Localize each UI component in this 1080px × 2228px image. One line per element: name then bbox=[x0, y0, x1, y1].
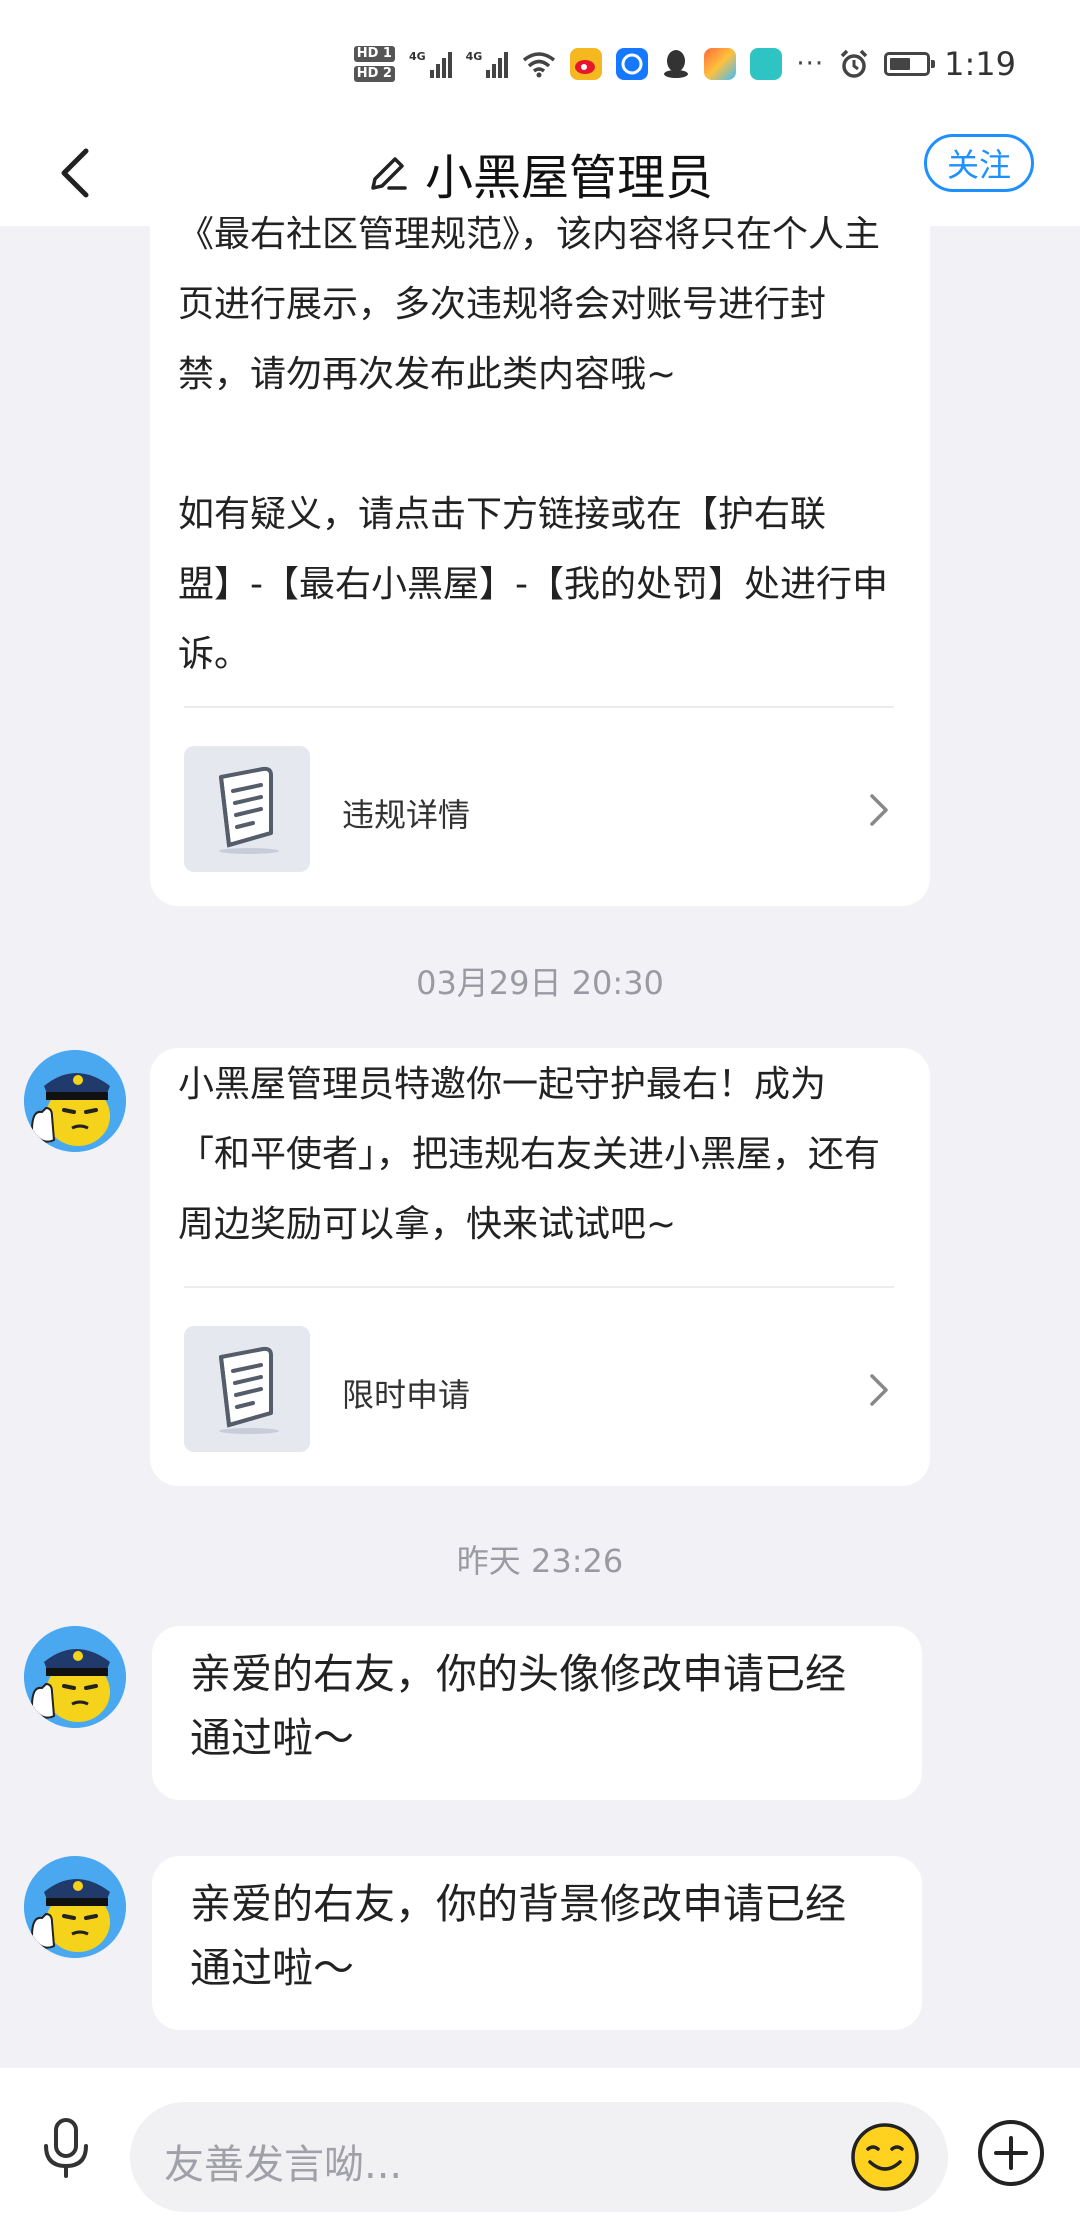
signal-icon-2: 4G bbox=[466, 50, 509, 78]
emoji-icon bbox=[851, 2123, 919, 2191]
police-mascot-icon bbox=[24, 1626, 126, 1728]
card-divider bbox=[184, 1286, 894, 1288]
avatar[interactable] bbox=[24, 1050, 126, 1152]
limited-application-link[interactable]: 限时申请 bbox=[184, 1326, 900, 1452]
clock: 1:19 bbox=[944, 45, 1016, 83]
battery-icon bbox=[884, 52, 936, 76]
qq-app-icon bbox=[664, 50, 689, 78]
avatar[interactable] bbox=[24, 1626, 126, 1728]
status-bar: HD 1 HD 2 4G 4G ··· 1:19 bbox=[0, 0, 1080, 120]
timestamp: 03月29日 20:30 bbox=[416, 964, 664, 1002]
emoji-button[interactable] bbox=[850, 2122, 920, 2192]
violation-details-label: 违规详情 bbox=[342, 796, 471, 834]
alarm-icon bbox=[840, 49, 868, 78]
timestamp: 昨天 23:26 bbox=[456, 1542, 624, 1580]
title-area: 小黑屋管理员 bbox=[0, 138, 1080, 208]
page-title: 小黑屋管理员 bbox=[424, 150, 713, 206]
invite-text: 小黑屋管理员特邀你一起守护最右！成为「和平使者」，把违规右友关进小黑屋，还有周边… bbox=[178, 1064, 881, 1245]
network-type-1: 4G bbox=[408, 50, 426, 63]
plus-icon bbox=[978, 2120, 1044, 2186]
system-card-violation: 《最右社区管理规范》，该内容将只在个人主页进行展示，多次违规将会对账号进行封禁，… bbox=[150, 214, 930, 906]
voice-button[interactable] bbox=[34, 2116, 98, 2180]
police-mascot-icon bbox=[24, 1050, 126, 1152]
card-divider bbox=[184, 706, 894, 708]
violation-notice-text: 《最右社区管理规范》，该内容将只在个人主页进行展示，多次违规将会对账号进行封禁，… bbox=[178, 214, 888, 675]
follow-button[interactable]: 关注 bbox=[924, 134, 1034, 192]
app-icon-teal bbox=[750, 48, 783, 80]
status-icons: HD 1 HD 2 4G 4G ··· 1:19 bbox=[353, 44, 1016, 84]
limited-application-label: 限时申请 bbox=[342, 1376, 471, 1414]
system-card-invite: 小黑屋管理员特邀你一起守护最右！成为「和平使者」，把违规右友关进小黑屋，还有周边… bbox=[150, 1048, 930, 1486]
chevron-right-icon bbox=[870, 794, 888, 826]
hd-indicator: HD 1 HD 2 bbox=[353, 46, 395, 82]
message-input[interactable]: 友善发言呦... bbox=[130, 2102, 948, 2212]
chevron-right-icon bbox=[870, 1374, 888, 1406]
more-notifications-icon: ··· bbox=[796, 49, 825, 79]
alipay-app-icon bbox=[616, 48, 649, 80]
message-text: 亲爱的右友，你的背景修改申请已经通过啦～ bbox=[190, 1880, 846, 1992]
avatar[interactable] bbox=[24, 1856, 126, 1958]
document-icon bbox=[184, 1326, 310, 1452]
network-type-2: 4G bbox=[465, 50, 483, 63]
document-icon bbox=[184, 746, 310, 872]
police-mascot-icon bbox=[24, 1856, 126, 1958]
signal-icon: 4G bbox=[409, 50, 452, 78]
message-bubble[interactable]: 亲爱的右友，你的背景修改申请已经通过啦～ bbox=[152, 1856, 922, 2030]
input-placeholder: 友善发言呦... bbox=[164, 2142, 403, 2188]
more-button[interactable] bbox=[976, 2118, 1046, 2188]
hd2-badge: HD 2 bbox=[353, 66, 395, 82]
message-bubble[interactable]: 亲爱的右友，你的头像修改申请已经通过啦～ bbox=[152, 1626, 922, 1800]
app-icon-colorful bbox=[704, 48, 737, 80]
input-bar: 友善发言呦... bbox=[0, 2068, 1080, 2228]
edit-pencil-icon[interactable] bbox=[367, 152, 409, 194]
weibo-app-icon bbox=[570, 48, 603, 80]
violation-details-link[interactable]: 违规详情 bbox=[184, 746, 900, 872]
wifi-icon bbox=[523, 52, 556, 78]
microphone-icon bbox=[44, 2118, 88, 2178]
message-text: 亲爱的右友，你的头像修改申请已经通过啦～ bbox=[190, 1650, 846, 1762]
hd1-badge: HD 1 bbox=[353, 46, 395, 62]
